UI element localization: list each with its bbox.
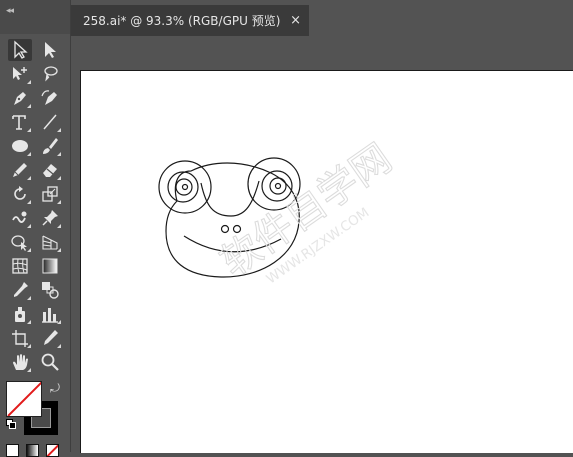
line-segment-tool[interactable] xyxy=(38,111,62,133)
lasso-tool[interactable] xyxy=(38,63,62,85)
selection-tool[interactable] xyxy=(8,39,32,61)
document-tab-bar: 258.ai* @ 93.3% (RGB/GPU 预览) × xyxy=(71,0,573,36)
direct-selection-tool[interactable] xyxy=(38,39,62,61)
blend-tool[interactable] xyxy=(38,279,62,301)
fill-swatch-none[interactable] xyxy=(6,381,42,417)
tools-panel-grip[interactable]: ◂◂ xyxy=(0,0,70,34)
artboard-tool[interactable] xyxy=(8,327,32,349)
document-tab-title: 258.ai* @ 93.3% (RGB/GPU 预览) xyxy=(83,14,281,28)
scale-tool[interactable] xyxy=(38,183,62,205)
lasso-icon xyxy=(44,66,58,82)
hand-tool[interactable] xyxy=(8,351,32,373)
color-mode-button[interactable] xyxy=(6,444,19,457)
gradient-mode-button[interactable] xyxy=(26,444,39,457)
document-tab[interactable]: 258.ai* @ 93.3% (RGB/GPU 预览) × xyxy=(71,5,309,36)
curvature-pen-icon xyxy=(41,90,57,105)
puppet-warp-tool[interactable] xyxy=(38,207,62,229)
curvature-tool[interactable] xyxy=(38,87,62,109)
rotate-tool[interactable] xyxy=(8,183,32,205)
tools-panel: ◂◂ ⤾ xyxy=(0,0,71,457)
gradient-tool[interactable] xyxy=(38,255,62,277)
shape-builder-tool[interactable] xyxy=(8,231,32,253)
column-graph-tool[interactable] xyxy=(38,303,62,325)
zoom-icon xyxy=(41,353,59,371)
pen-tool[interactable] xyxy=(8,87,32,109)
arrow-filled-icon xyxy=(45,42,56,58)
gradient-icon xyxy=(42,258,58,274)
paintbrush-tool[interactable] xyxy=(38,135,62,157)
ellipse-tool[interactable] xyxy=(8,135,32,157)
none-mode-button[interactable] xyxy=(46,444,59,457)
close-tab-icon[interactable]: × xyxy=(290,13,301,28)
frog-drawing[interactable] xyxy=(81,71,573,453)
magic-wand-tool[interactable] xyxy=(8,63,32,85)
swap-fill-stroke-icon[interactable]: ⤾ xyxy=(50,381,60,396)
artboard[interactable]: 软件自学网 WWW.RJZXW.COM xyxy=(80,70,573,453)
symbol-sprayer-tool[interactable] xyxy=(8,303,32,325)
none-slash-icon xyxy=(7,382,41,416)
perspective-grid-tool[interactable] xyxy=(38,231,62,253)
eyedropper-tool[interactable] xyxy=(8,279,32,301)
blend-icon xyxy=(42,282,59,299)
collapse-arrows-icon[interactable]: ◂◂ xyxy=(6,6,14,16)
mesh-icon xyxy=(12,258,28,274)
type-tool[interactable] xyxy=(8,111,32,133)
pencil-tool[interactable] xyxy=(8,159,32,181)
arrow-outline-icon xyxy=(14,40,28,59)
mesh-tool[interactable] xyxy=(8,255,32,277)
color-mode-row xyxy=(6,444,66,457)
fill-stroke-control: ⤾ xyxy=(6,381,60,437)
eraser-tool[interactable] xyxy=(38,159,62,181)
default-fill-stroke-icon[interactable] xyxy=(6,419,16,429)
zoom-tool[interactable] xyxy=(38,351,62,373)
warp-tool[interactable] xyxy=(8,207,32,229)
slice-tool[interactable] xyxy=(38,327,62,349)
